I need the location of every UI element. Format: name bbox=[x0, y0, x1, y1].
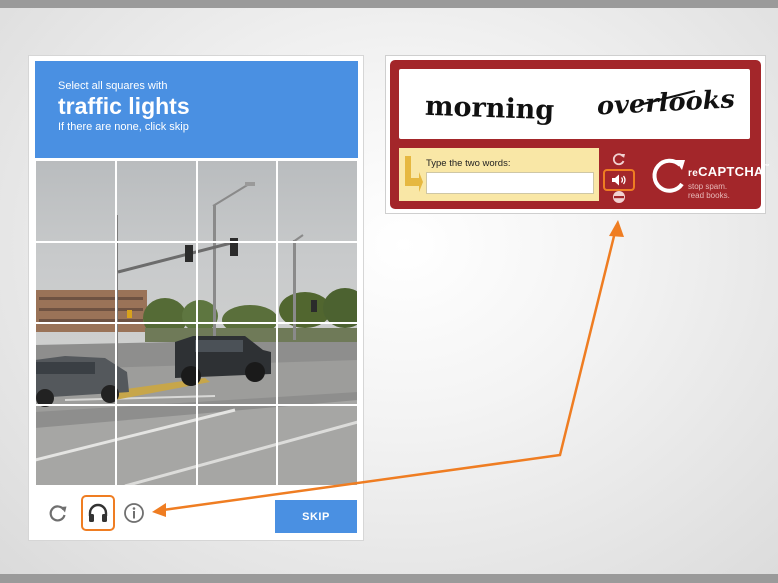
instruction-top: Select all squares with bbox=[58, 80, 168, 92]
image-tile[interactable] bbox=[35, 241, 116, 323]
tagline-line-2: read books. bbox=[688, 191, 730, 200]
help-button[interactable] bbox=[610, 190, 628, 204]
image-tile[interactable] bbox=[277, 160, 358, 242]
brand-wordmark: CAPTCHA bbox=[698, 164, 764, 179]
image-tile[interactable] bbox=[35, 160, 116, 242]
reload-button[interactable] bbox=[45, 500, 71, 526]
image-tile[interactable] bbox=[35, 323, 116, 405]
classic-recaptcha-frame: morning overlooks Type the two words: re… bbox=[390, 60, 770, 209]
recaptcha-logo-icon bbox=[652, 158, 685, 193]
headphones-icon bbox=[88, 503, 108, 522]
new-challenge-button[interactable] bbox=[610, 152, 628, 166]
top-border-bar bbox=[0, 0, 778, 8]
challenge-image-grid bbox=[35, 160, 358, 486]
info-icon bbox=[124, 503, 144, 523]
challenge-target: traffic lights bbox=[58, 93, 190, 119]
image-tile[interactable] bbox=[115, 160, 197, 242]
entry-label: Type the two words: bbox=[426, 158, 511, 169]
entry-arrow-icon bbox=[405, 156, 423, 192]
distorted-words: morning overlooks bbox=[425, 84, 736, 126]
answer-input[interactable] bbox=[426, 172, 594, 194]
image-tile[interactable] bbox=[277, 404, 358, 486]
refresh-icon bbox=[612, 153, 625, 166]
brand-tagline: stop spam. read books. bbox=[688, 182, 730, 200]
instruction-bottom: If there are none, click skip bbox=[58, 121, 189, 133]
image-tile[interactable] bbox=[196, 404, 278, 486]
arrowhead-up bbox=[609, 220, 624, 237]
image-tile[interactable] bbox=[277, 323, 358, 405]
image-tile[interactable] bbox=[115, 404, 197, 486]
image-recaptcha-panel: Select all squares with traffic lights I… bbox=[28, 55, 364, 541]
audio-challenge-button-classic[interactable] bbox=[603, 169, 635, 191]
image-tile[interactable] bbox=[196, 160, 278, 242]
classic-controls bbox=[603, 150, 635, 204]
recaptcha-brand: reCAPTCHA™ stop spam. read books. bbox=[648, 156, 770, 206]
audio-challenge-button[interactable] bbox=[81, 495, 115, 531]
brand-prefix: re bbox=[688, 168, 699, 179]
image-tile[interactable] bbox=[35, 404, 116, 486]
info-button[interactable] bbox=[121, 500, 147, 526]
help-icon bbox=[613, 191, 625, 203]
challenge-word-1: morning bbox=[425, 91, 555, 126]
image-tile[interactable] bbox=[277, 241, 358, 323]
image-tile[interactable] bbox=[115, 323, 197, 405]
challenge-word-image: morning overlooks bbox=[399, 69, 750, 139]
reload-icon bbox=[49, 505, 67, 522]
image-tile[interactable] bbox=[115, 241, 197, 323]
challenge-word-2: overlooks bbox=[596, 84, 735, 120]
challenge-header: Select all squares with traffic lights I… bbox=[35, 61, 358, 158]
image-tile[interactable] bbox=[196, 323, 278, 405]
tile-grid bbox=[35, 160, 358, 486]
brand-name: reCAPTCHA™ bbox=[688, 164, 770, 179]
skip-button[interactable]: SKIP bbox=[275, 500, 357, 533]
brand-trademark: ™ bbox=[763, 164, 771, 170]
answer-entry-area: Type the two words: bbox=[399, 148, 599, 201]
tagline-line-1: stop spam. bbox=[688, 182, 728, 191]
classic-recaptcha-widget: morning overlooks Type the two words: re… bbox=[385, 55, 770, 214]
image-tile[interactable] bbox=[196, 241, 278, 323]
challenge-footer: SKIP bbox=[35, 490, 358, 536]
speaker-icon bbox=[612, 174, 626, 186]
bottom-border-bar bbox=[0, 574, 778, 583]
